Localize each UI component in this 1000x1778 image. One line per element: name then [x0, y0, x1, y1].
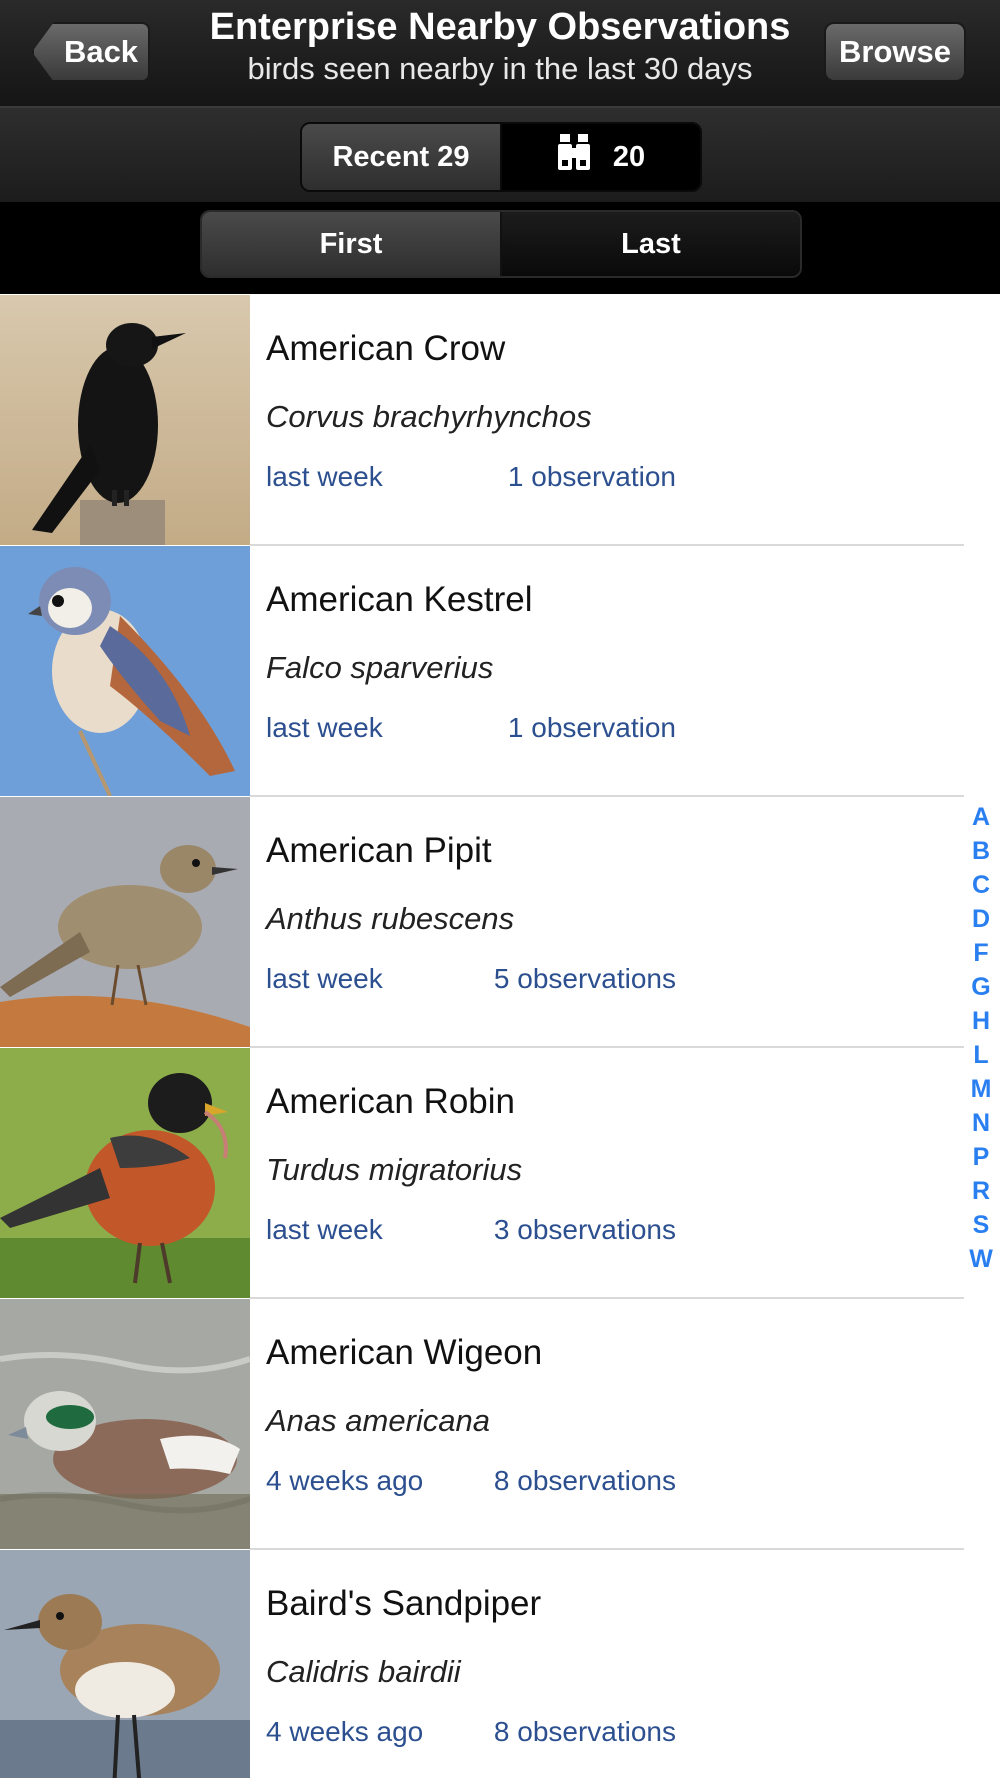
bird-common-name: American Kestrel — [266, 580, 533, 619]
page-subtitle: birds seen nearby in the last 30 days — [247, 51, 753, 86]
browse-button[interactable]: Browse — [824, 22, 966, 82]
index-letter[interactable]: W — [969, 1242, 993, 1276]
browse-button-label: Browse — [839, 34, 951, 69]
list-item[interactable]: Baird's Sandpiper Calidris bairdii 4 wee… — [0, 1550, 1000, 1778]
bird-photo — [0, 797, 250, 1047]
observation-count: 8 observations — [493, 1716, 676, 1747]
back-button-label: Back — [63, 34, 139, 69]
index-letter[interactable]: H — [972, 1004, 990, 1038]
filter-bar: Recent 29 20 — [0, 108, 1000, 202]
bird-scientific-name: Anas americana — [266, 1403, 491, 1438]
tab-last[interactable]: Last — [502, 212, 800, 276]
index-letter[interactable]: R — [972, 1174, 990, 1208]
list-item[interactable]: American Pipit Anthus rubescens last wee… — [0, 797, 1000, 1048]
last-seen: last week — [266, 461, 383, 492]
index-letter[interactable]: D — [972, 902, 990, 936]
observation-count: 5 observations — [493, 963, 676, 994]
index-letter[interactable]: C — [972, 868, 990, 902]
index-letter[interactable]: M — [971, 1072, 992, 1106]
bird-photo — [0, 295, 250, 545]
sort-bar: First Last — [0, 202, 1000, 294]
binoculars-icon — [557, 134, 591, 180]
bird-photo — [0, 1550, 250, 1778]
bird-list: American Crow Corvus brachyrhynchos last… — [0, 295, 1000, 1778]
observation-count: 8 observations — [493, 1465, 676, 1496]
list-item[interactable]: American Robin Turdus migratorius last w… — [0, 1048, 1000, 1299]
last-seen: 4 weeks ago — [266, 1716, 424, 1747]
bird-scientific-name: Turdus migratorius — [266, 1152, 523, 1187]
tab-first-label: First — [319, 227, 383, 260]
tab-recent[interactable]: Recent 29 — [302, 124, 502, 190]
index-letter[interactable]: F — [973, 936, 988, 970]
index-letter[interactable]: L — [973, 1038, 988, 1072]
tab-first[interactable]: First — [202, 212, 502, 276]
bird-scientific-name: Anthus rubescens — [266, 901, 515, 936]
last-seen: last week — [266, 963, 383, 994]
tab-recent-label: Recent 29 — [332, 140, 470, 173]
bird-common-name: American Wigeon — [266, 1333, 543, 1372]
alphabet-index: A B C D F G H L M N P R S W — [966, 800, 996, 1276]
page-title: Enterprise Nearby Observations — [209, 6, 791, 48]
index-letter[interactable]: B — [972, 834, 990, 868]
sort-segmented-control: First Last — [200, 210, 802, 278]
bird-photo — [0, 1299, 250, 1549]
observation-count: 3 observations — [493, 1214, 676, 1245]
title-block: Enterprise Nearby Observations birds see… — [170, 4, 830, 88]
bird-photo — [0, 1048, 250, 1298]
list-item[interactable]: American Wigeon Anas americana 4 weeks a… — [0, 1299, 1000, 1550]
index-letter[interactable]: P — [973, 1140, 990, 1174]
list-item[interactable]: American Crow Corvus brachyrhynchos last… — [0, 295, 1000, 546]
bird-common-name: American Robin — [266, 1082, 515, 1121]
index-letter[interactable]: N — [972, 1106, 990, 1140]
filter-segmented-control: Recent 29 20 — [300, 122, 702, 192]
tab-binoculars[interactable]: 20 — [502, 124, 700, 190]
bird-common-name: American Pipit — [266, 831, 492, 870]
bird-common-name: Baird's Sandpiper — [266, 1584, 542, 1623]
last-seen: 4 weeks ago — [266, 1465, 424, 1496]
tab-binoculars-count: 20 — [612, 140, 646, 173]
tab-last-label: Last — [621, 227, 681, 260]
bird-scientific-name: Falco sparverius — [266, 650, 494, 685]
back-button[interactable]: Back — [32, 22, 150, 82]
last-seen: last week — [266, 712, 383, 743]
observation-count: 1 observation — [507, 461, 676, 492]
list-item[interactable]: American Kestrel Falco sparverius last w… — [0, 546, 1000, 797]
index-letter[interactable]: S — [973, 1208, 990, 1242]
observation-count: 1 observation — [507, 712, 676, 743]
bird-photo — [0, 546, 250, 796]
index-letter[interactable]: A — [972, 800, 990, 834]
bird-scientific-name: Corvus brachyrhynchos — [266, 399, 592, 434]
index-letter[interactable]: G — [971, 970, 990, 1004]
nav-bar: Back Enterprise Nearby Observations bird… — [0, 0, 1000, 108]
last-seen: last week — [266, 1214, 383, 1245]
bird-common-name: American Crow — [266, 329, 506, 368]
bird-scientific-name: Calidris bairdii — [266, 1654, 461, 1689]
